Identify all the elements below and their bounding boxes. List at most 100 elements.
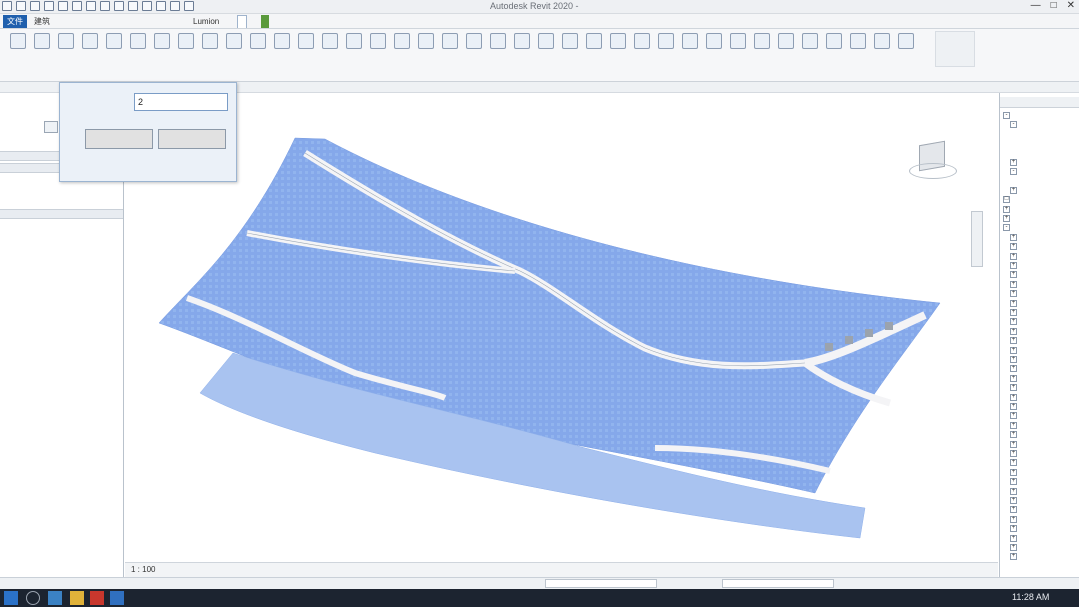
expand-toggle-icon[interactable]: - xyxy=(1010,167,1017,175)
ribbon-tool-icon[interactable] xyxy=(10,33,26,49)
expand-toggle-icon[interactable]: + xyxy=(1010,440,1017,448)
expand-toggle-icon[interactable]: + xyxy=(1003,214,1010,222)
expand-toggle-icon[interactable]: □ xyxy=(1003,196,1010,204)
expand-toggle-icon[interactable]: + xyxy=(1010,506,1017,514)
ribbon-tab[interactable] xyxy=(68,15,76,28)
redo-icon[interactable] xyxy=(72,1,82,11)
expand-toggle-icon[interactable]: + xyxy=(1010,299,1017,307)
expand-toggle-icon[interactable]: + xyxy=(1003,205,1010,213)
ribbon-tab[interactable] xyxy=(226,15,234,28)
ribbon-tab[interactable] xyxy=(90,15,98,28)
expand-toggle-icon[interactable]: + xyxy=(1010,355,1017,363)
section-icon[interactable] xyxy=(156,1,166,11)
revit-logo-icon[interactable] xyxy=(2,1,12,11)
browser-item[interactable]: + xyxy=(1010,345,1019,354)
browser-item[interactable]: + xyxy=(1010,401,1019,410)
ribbon-tool-icon[interactable] xyxy=(658,33,674,49)
browser-item[interactable]: + xyxy=(1003,213,1012,222)
ribbon-tool-icon[interactable] xyxy=(202,33,218,49)
ribbon-tab[interactable] xyxy=(167,15,175,28)
ribbon-tool-icon[interactable] xyxy=(130,33,146,49)
browser-item[interactable]: - xyxy=(1003,110,1012,119)
expand-toggle-icon[interactable]: + xyxy=(1010,431,1017,439)
browser-item[interactable]: + xyxy=(1010,289,1019,298)
undo-icon[interactable] xyxy=(58,1,68,11)
ribbon-tool-icon[interactable] xyxy=(154,33,170,49)
ribbon-tool-icon[interactable] xyxy=(610,33,626,49)
start-icon[interactable] xyxy=(4,591,18,605)
precision-input[interactable] xyxy=(134,93,228,111)
browser-item[interactable]: + xyxy=(1010,336,1019,345)
expand-toggle-icon[interactable]: + xyxy=(1010,318,1017,326)
revit-taskbar-icon[interactable] xyxy=(110,591,124,605)
expand-toggle-icon[interactable]: + xyxy=(1010,459,1017,467)
browser-item[interactable]: - xyxy=(1010,166,1019,175)
thin-lines-icon[interactable] xyxy=(170,1,180,11)
expand-toggle-icon[interactable]: + xyxy=(1010,515,1017,523)
browser-item[interactable]: + xyxy=(1010,307,1019,316)
save-icon[interactable] xyxy=(30,1,40,11)
property-row[interactable] xyxy=(2,185,120,196)
ribbon-tool-icon[interactable] xyxy=(778,33,794,49)
ribbon-tab[interactable] xyxy=(145,15,153,28)
ribbon-tab[interactable] xyxy=(123,15,131,28)
expand-toggle-icon[interactable]: + xyxy=(1010,487,1017,495)
expand-toggle-icon[interactable]: + xyxy=(1010,543,1017,551)
browser-item[interactable]: + xyxy=(1010,392,1019,401)
expand-toggle-icon[interactable]: + xyxy=(1010,346,1017,354)
browser-item[interactable]: + xyxy=(1010,157,1019,166)
expand-toggle-icon[interactable]: + xyxy=(1010,393,1017,401)
browser-item[interactable]: + xyxy=(1010,383,1019,392)
file-explorer-icon[interactable] xyxy=(70,591,84,605)
ribbon-tool-icon[interactable] xyxy=(490,33,506,49)
expand-toggle-icon[interactable]: + xyxy=(1010,525,1017,533)
expand-toggle-icon[interactable]: + xyxy=(1010,553,1017,561)
ribbon-tool-icon[interactable] xyxy=(226,33,242,49)
ribbon-tool-icon[interactable] xyxy=(442,33,458,49)
browser-item[interactable]: + xyxy=(1010,486,1019,495)
browser-item[interactable]: + xyxy=(1010,279,1019,288)
ribbon-extra-panel[interactable] xyxy=(935,31,975,67)
sync-icon[interactable] xyxy=(44,1,54,11)
ribbon-tool-icon[interactable] xyxy=(346,33,362,49)
browser-item[interactable]: + xyxy=(1010,260,1019,269)
browser-item[interactable]: + xyxy=(1010,270,1019,279)
ribbon-tool-icon[interactable] xyxy=(466,33,482,49)
ribbon-tool-icon[interactable] xyxy=(706,33,722,49)
ribbon-tool-icon[interactable] xyxy=(514,33,530,49)
expand-toggle-icon[interactable]: + xyxy=(1010,412,1017,420)
expand-toggle-icon[interactable]: + xyxy=(1010,468,1017,476)
browser-item[interactable]: + xyxy=(1010,232,1019,241)
ribbon-tool-icon[interactable] xyxy=(298,33,314,49)
browser-item[interactable]: + xyxy=(1010,430,1019,439)
ribbon-tool-icon[interactable] xyxy=(538,33,554,49)
expand-toggle-icon[interactable]: + xyxy=(1010,478,1017,486)
text-icon[interactable] xyxy=(128,1,138,11)
expand-toggle-icon[interactable]: + xyxy=(1010,374,1017,382)
ribbon-tool-icon[interactable] xyxy=(802,33,818,49)
ribbon-tool-icon[interactable] xyxy=(82,33,98,49)
ribbon-tool-icon[interactable] xyxy=(730,33,746,49)
browser-item[interactable]: + xyxy=(1010,420,1019,429)
expand-toggle-icon[interactable]: + xyxy=(1010,280,1017,288)
expand-toggle-icon[interactable]: + xyxy=(1010,261,1017,269)
property-row[interactable] xyxy=(2,231,120,242)
expand-toggle-icon[interactable]: + xyxy=(1010,534,1017,542)
ribbon-tab[interactable] xyxy=(101,15,109,28)
browser-item[interactable]: + xyxy=(1010,458,1019,467)
expand-toggle-icon[interactable]: + xyxy=(1010,308,1017,316)
browser-item[interactable]: + xyxy=(1010,533,1019,542)
design-option-select[interactable] xyxy=(722,579,834,588)
ribbon-tool-icon[interactable] xyxy=(34,33,50,49)
ribbon-tool-icon[interactable] xyxy=(874,33,890,49)
expand-toggle-icon[interactable]: + xyxy=(1010,186,1017,194)
wps-icon[interactable] xyxy=(90,591,104,605)
ribbon-tab[interactable] xyxy=(79,15,87,28)
browser-item[interactable]: + xyxy=(1010,242,1019,251)
expand-toggle-icon[interactable]: + xyxy=(1010,421,1017,429)
ribbon-tab[interactable] xyxy=(250,15,258,28)
property-row[interactable] xyxy=(2,196,120,207)
dimension-icon[interactable] xyxy=(114,1,124,11)
expand-toggle-icon[interactable]: - xyxy=(1003,111,1010,119)
expand-toggle-icon[interactable]: + xyxy=(1010,290,1017,298)
